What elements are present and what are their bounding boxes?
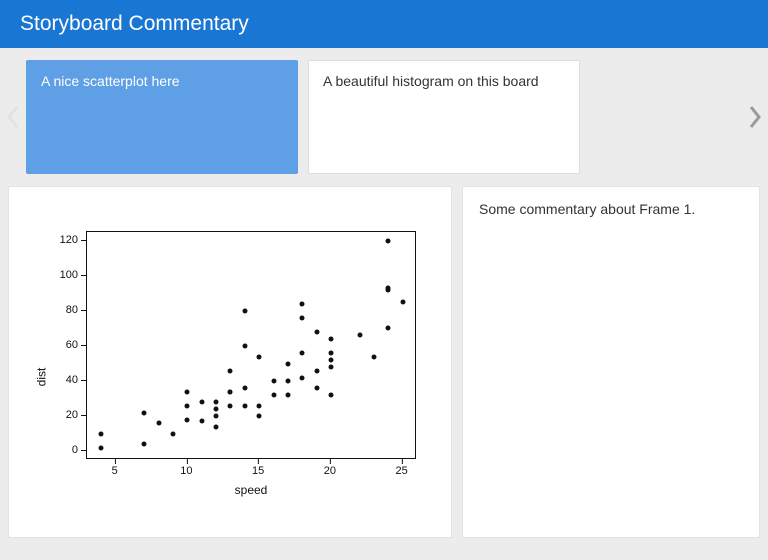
data-point bbox=[142, 442, 147, 447]
data-point bbox=[386, 286, 391, 291]
nav-prev-button[interactable] bbox=[2, 97, 24, 137]
storyboard-card-2[interactable]: A beautiful histogram on this board bbox=[308, 60, 580, 174]
data-point bbox=[328, 393, 333, 398]
data-point bbox=[285, 361, 290, 366]
data-point bbox=[285, 393, 290, 398]
data-point bbox=[257, 403, 262, 408]
data-point bbox=[199, 419, 204, 424]
x-tick: 5 bbox=[112, 465, 118, 477]
data-point bbox=[300, 375, 305, 380]
data-point bbox=[214, 414, 219, 419]
y-tick: 120 bbox=[48, 234, 78, 246]
data-point bbox=[214, 407, 219, 412]
nav-next-button[interactable] bbox=[744, 97, 766, 137]
data-point bbox=[300, 301, 305, 306]
x-axis-label: speed bbox=[86, 483, 416, 497]
data-point bbox=[228, 403, 233, 408]
data-point bbox=[271, 393, 276, 398]
commentary-text: Some commentary about Frame 1. bbox=[479, 201, 695, 217]
data-point bbox=[257, 354, 262, 359]
chevron-left-icon bbox=[6, 105, 20, 129]
y-tick: 20 bbox=[48, 409, 78, 421]
storyboard-card-label: A beautiful histogram on this board bbox=[323, 73, 539, 89]
commentary-panel: Some commentary about Frame 1. bbox=[462, 186, 760, 538]
y-tick: 0 bbox=[48, 444, 78, 456]
data-point bbox=[185, 417, 190, 422]
data-point bbox=[357, 333, 362, 338]
x-tick: 25 bbox=[396, 465, 408, 477]
y-tick: 60 bbox=[48, 339, 78, 351]
chevron-right-icon bbox=[748, 105, 762, 129]
data-point bbox=[156, 421, 161, 426]
data-point bbox=[214, 400, 219, 405]
page-title-text: Storyboard Commentary bbox=[20, 12, 249, 35]
data-point bbox=[386, 326, 391, 331]
data-point bbox=[257, 414, 262, 419]
data-point bbox=[400, 300, 405, 305]
data-point bbox=[386, 238, 391, 243]
data-point bbox=[328, 365, 333, 370]
data-point bbox=[142, 410, 147, 415]
data-point bbox=[314, 329, 319, 334]
storyboard-nav: A nice scatterplot here A beautiful hist… bbox=[0, 48, 768, 186]
data-point bbox=[314, 368, 319, 373]
storyboard-card-1[interactable]: A nice scatterplot here bbox=[26, 60, 298, 174]
data-point bbox=[242, 308, 247, 313]
data-point bbox=[328, 336, 333, 341]
storyboard-card-label: A nice scatterplot here bbox=[41, 73, 180, 89]
data-point bbox=[185, 403, 190, 408]
y-tick: 40 bbox=[48, 374, 78, 386]
data-point bbox=[300, 315, 305, 320]
data-point bbox=[242, 344, 247, 349]
data-point bbox=[271, 379, 276, 384]
data-point bbox=[242, 403, 247, 408]
x-tick: 15 bbox=[252, 465, 264, 477]
y-tick: 100 bbox=[48, 269, 78, 281]
data-point bbox=[214, 424, 219, 429]
data-point bbox=[328, 351, 333, 356]
data-point bbox=[99, 431, 104, 436]
scatterplot: dist 020406080100120 510152025 speed bbox=[20, 227, 440, 527]
plot-area bbox=[86, 231, 416, 459]
data-point bbox=[328, 358, 333, 363]
data-point bbox=[171, 431, 176, 436]
chart-panel: dist 020406080100120 510152025 speed bbox=[8, 186, 452, 538]
data-point bbox=[371, 354, 376, 359]
data-point bbox=[300, 351, 305, 356]
y-axis-ticks: 0 20 40 60 80 100 120 bbox=[20, 231, 86, 459]
data-point bbox=[314, 386, 319, 391]
data-point bbox=[228, 368, 233, 373]
x-tick: 20 bbox=[324, 465, 336, 477]
data-point bbox=[199, 400, 204, 405]
data-point bbox=[228, 389, 233, 394]
data-point bbox=[242, 386, 247, 391]
content-row: dist 020406080100120 510152025 speed Som… bbox=[0, 186, 768, 546]
x-tick: 10 bbox=[180, 465, 192, 477]
data-point bbox=[285, 379, 290, 384]
y-tick: 80 bbox=[48, 304, 78, 316]
data-point bbox=[185, 389, 190, 394]
page-title: Storyboard Commentary bbox=[0, 0, 768, 48]
data-point bbox=[99, 445, 104, 450]
